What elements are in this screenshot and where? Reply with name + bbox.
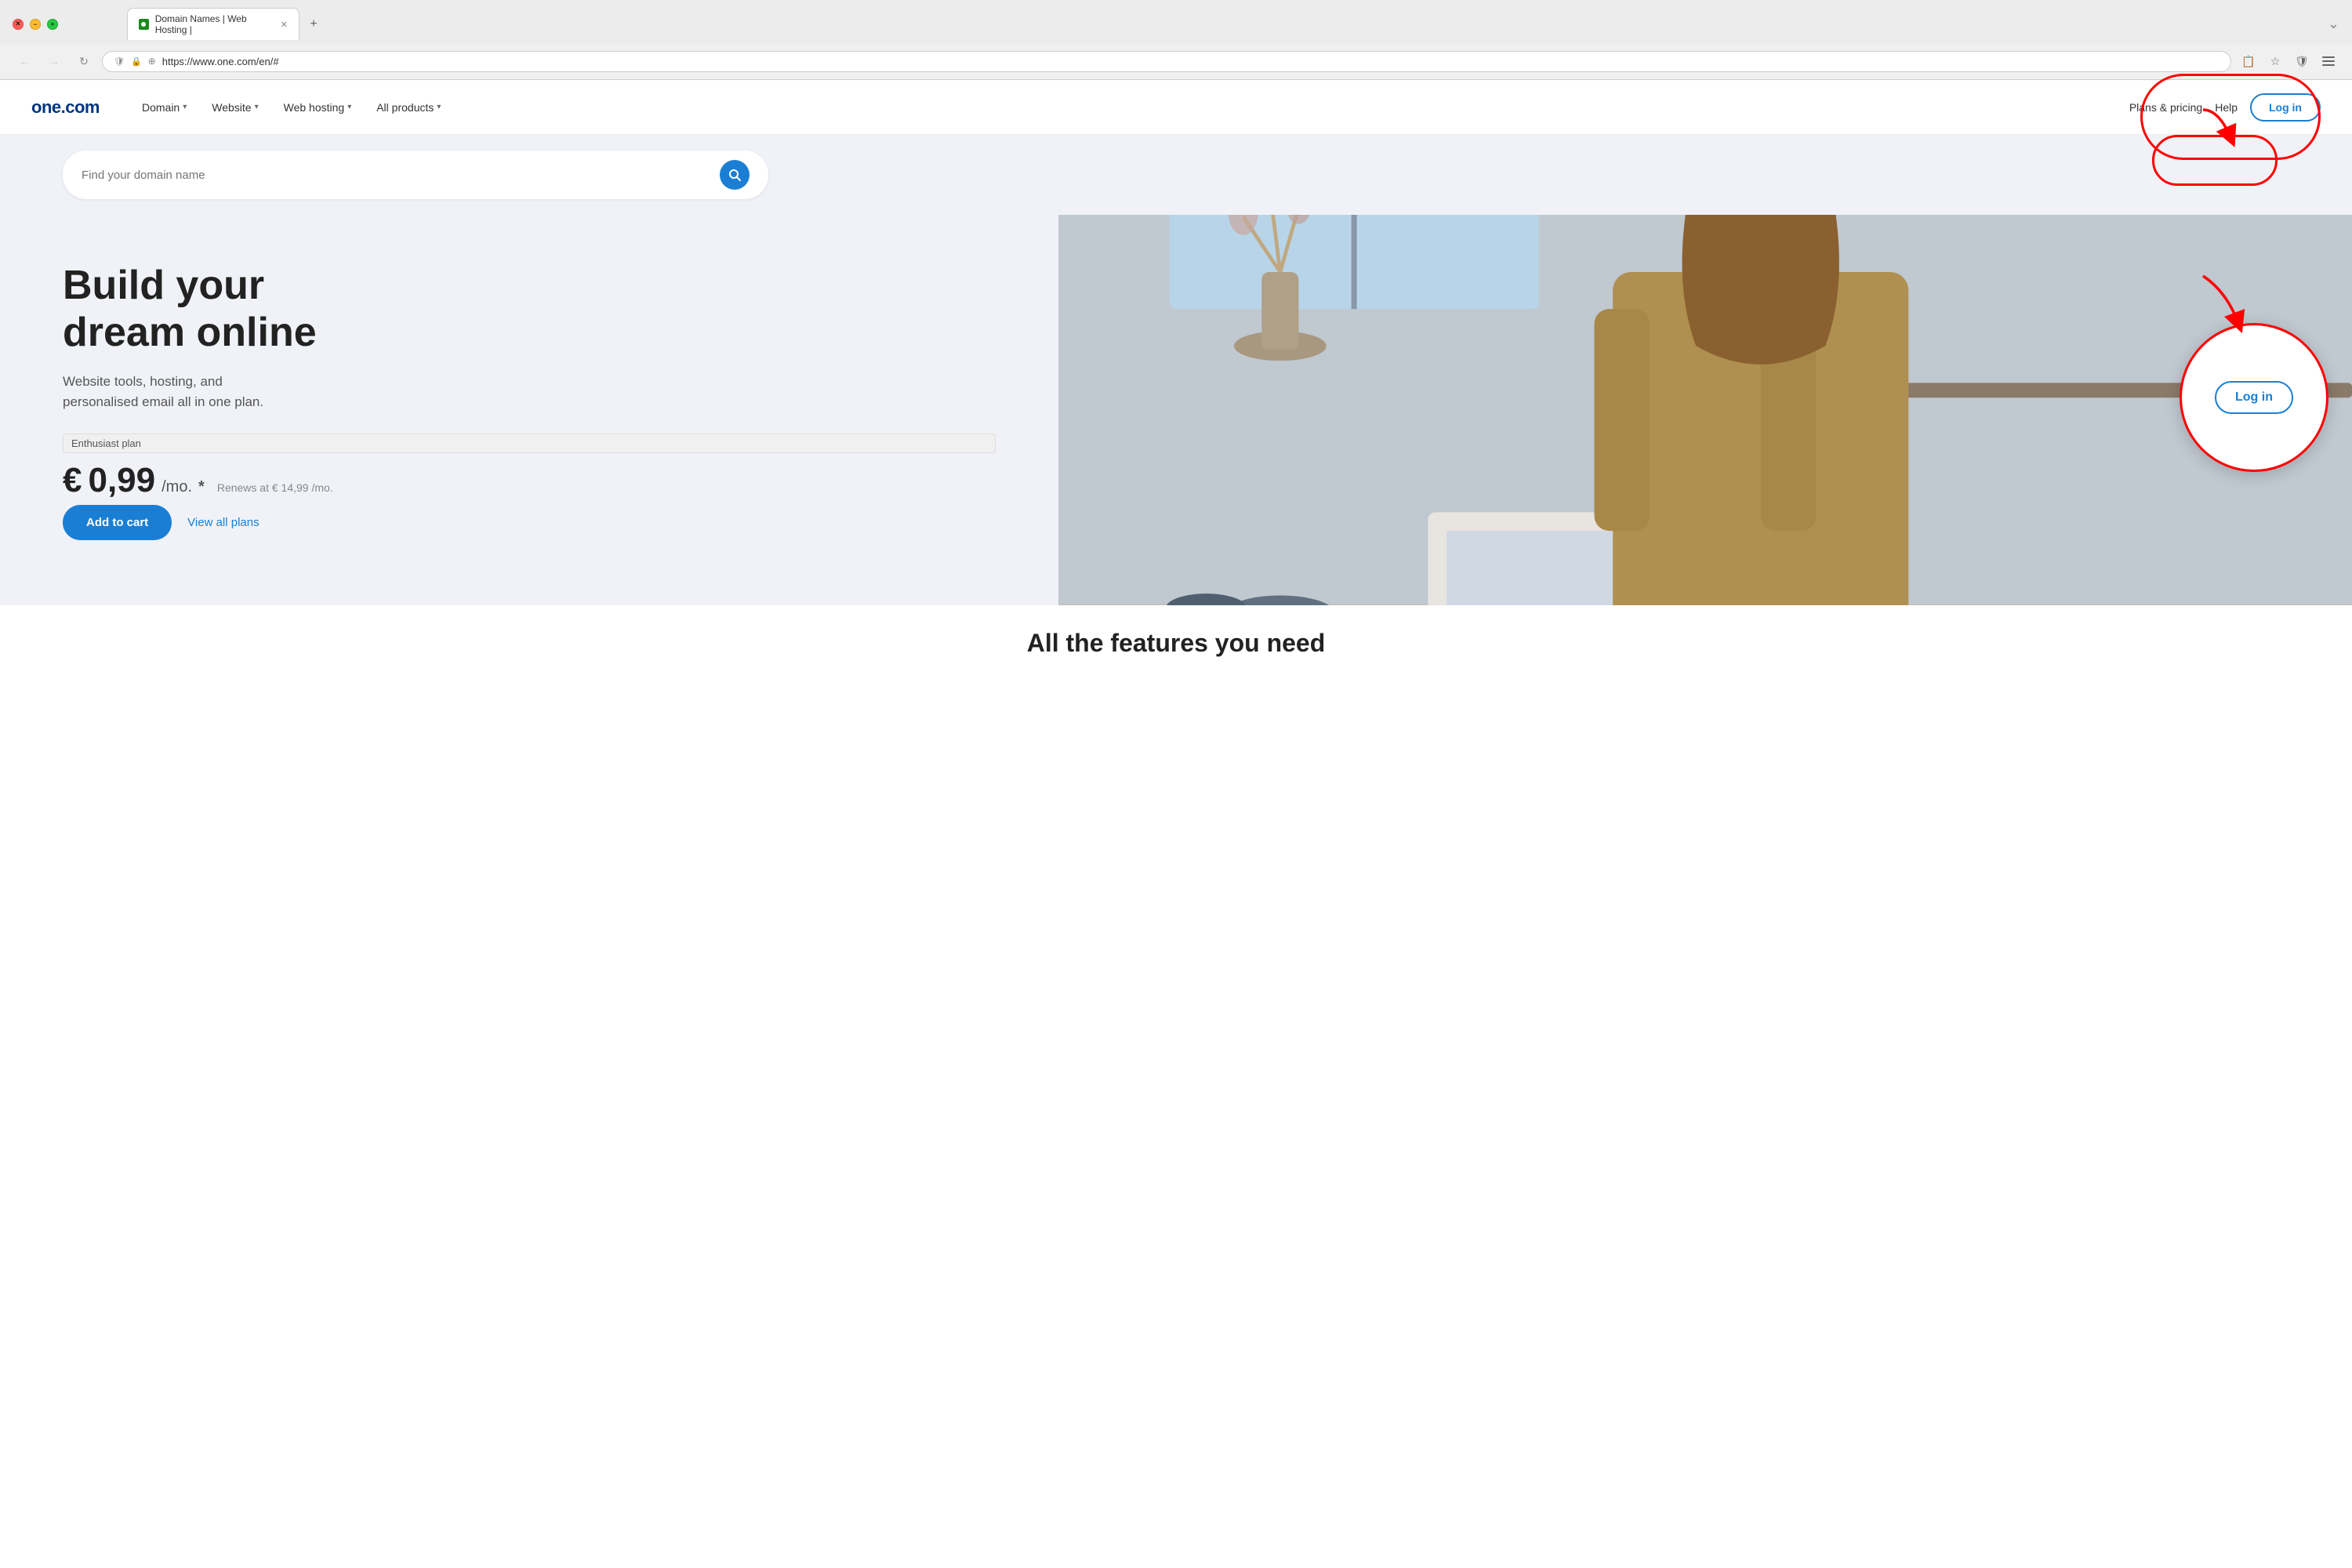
- nav-allproducts-chevron-icon: ▾: [437, 103, 441, 111]
- hero-text: Build your dream online Website tools, h…: [0, 198, 1058, 605]
- tab-close-button[interactable]: ✕: [281, 20, 288, 30]
- hero-section: Build your dream online Website tools, h…: [0, 135, 2352, 605]
- forward-button[interactable]: →: [42, 49, 66, 73]
- hero-search-bar: [0, 135, 2352, 215]
- view-all-plans-button[interactable]: View all plans: [187, 516, 259, 529]
- hero-title-line2: dream online: [63, 310, 317, 355]
- close-window-button[interactable]: ✕: [13, 19, 24, 30]
- plan-badge: Enthusiast plan: [63, 434, 996, 453]
- hero-actions: Add to cart View all plans: [63, 505, 996, 540]
- window-control-dropdown[interactable]: ⌄: [2328, 16, 2339, 32]
- price-value: 0,99: [88, 461, 155, 500]
- menu-button[interactable]: [2318, 50, 2339, 72]
- browser-titlebar: ✕ − + Domain Names | Web Hosting | ✕ + ⌄: [0, 0, 2352, 45]
- address-bar[interactable]: 🛡 🔒 ⊕ https://www.one.com/en/#: [102, 51, 2231, 72]
- website: one.com Domain ▾ Website ▾ Web hosting ▾…: [0, 80, 2352, 673]
- renews-text: Renews at € 14,99 /mo.: [217, 481, 333, 494]
- nav-webhosting-chevron-icon: ▾: [347, 103, 351, 111]
- nav-website-label: Website: [212, 101, 251, 114]
- add-to-cart-button[interactable]: Add to cart: [63, 505, 172, 540]
- nav-item-allproducts[interactable]: All products ▾: [365, 95, 452, 120]
- maximize-window-button[interactable]: +: [47, 19, 58, 30]
- domain-search-button[interactable]: [720, 160, 750, 190]
- site-logo[interactable]: one.com: [31, 97, 100, 118]
- back-button[interactable]: ←: [13, 49, 36, 73]
- minimize-window-button[interactable]: −: [30, 19, 41, 30]
- url-text: https://www.one.com/en/#: [162, 56, 2220, 67]
- hero-title-line1: Build your: [63, 263, 264, 308]
- price-unit: /mo.: [162, 478, 192, 496]
- nav-domain-chevron-icon: ▾: [183, 103, 187, 111]
- nav-right-items: Plans & pricing Help Log in: [2129, 93, 2321, 122]
- hero-price: € 0,99 /mo. * Renews at € 14,99 /mo.: [63, 461, 996, 500]
- price-asterisk: *: [198, 478, 205, 496]
- login-circle-button[interactable]: Log in: [2215, 381, 2293, 414]
- navbar: one.com Domain ▾ Website ▾ Web hosting ▾…: [0, 80, 2352, 135]
- nav-website-chevron-icon: ▾: [255, 103, 259, 111]
- browser-chrome: ✕ − + Domain Names | Web Hosting | ✕ + ⌄…: [0, 0, 2352, 80]
- search-icon: [728, 169, 741, 181]
- browser-navigation-bar: ← → ↻ 🛡 🔒 ⊕ https://www.one.com/en/# 📋 ☆…: [0, 45, 2352, 79]
- tab-favicon-icon: [139, 19, 149, 30]
- nav-item-domain[interactable]: Domain ▾: [131, 95, 198, 120]
- nav-webhosting-label: Web hosting: [284, 101, 345, 114]
- nav-item-webhosting[interactable]: Web hosting ▾: [273, 95, 363, 120]
- site-info-icon: ⊕: [148, 56, 156, 67]
- login-circle-popup: Log in: [2180, 323, 2328, 472]
- hero-image-bg: Log in: [1058, 198, 2352, 605]
- search-input-wrap: [63, 151, 768, 199]
- price-symbol: €: [63, 461, 82, 500]
- scene-svg: [1058, 198, 2352, 605]
- tab-title-text: Domain Names | Web Hosting |: [155, 13, 274, 35]
- browser-tabs: Domain Names | Web Hosting | ✕ +: [114, 8, 337, 40]
- active-tab[interactable]: Domain Names | Web Hosting | ✕: [127, 8, 299, 40]
- bottom-section: All the features you need: [0, 605, 2352, 673]
- nav-allproducts-label: All products: [376, 101, 434, 114]
- plans-pricing-link[interactable]: Plans & pricing: [2129, 101, 2202, 114]
- lock-icon: 🔒: [131, 56, 142, 67]
- bottom-hint-text: All the features you need: [63, 629, 2289, 658]
- reader-view-icon[interactable]: 📋: [2238, 50, 2259, 72]
- hero-title: Build your dream online: [63, 263, 996, 357]
- login-button-navbar[interactable]: Log in: [2250, 93, 2321, 122]
- security-icon: 🛡: [114, 56, 125, 67]
- traffic-lights: ✕ − +: [13, 19, 58, 30]
- shield-icon[interactable]: 🛡: [2291, 50, 2313, 72]
- hero-image: Log in: [1058, 198, 2352, 605]
- nav-domain-label: Domain: [142, 101, 180, 114]
- browser-nav-right: 📋 ☆ 🛡: [2238, 50, 2339, 72]
- nav-item-website[interactable]: Website ▾: [201, 95, 269, 120]
- new-tab-button[interactable]: +: [303, 13, 325, 35]
- nav-menu: Domain ▾ Website ▾ Web hosting ▾ All pro…: [131, 95, 2129, 120]
- bookmark-icon[interactable]: ☆: [2264, 50, 2286, 72]
- refresh-button[interactable]: ↻: [72, 49, 96, 73]
- help-link[interactable]: Help: [2215, 101, 2238, 114]
- domain-search-input[interactable]: [82, 169, 720, 182]
- hero-subtitle: Website tools, hosting, andpersonalised …: [63, 372, 996, 412]
